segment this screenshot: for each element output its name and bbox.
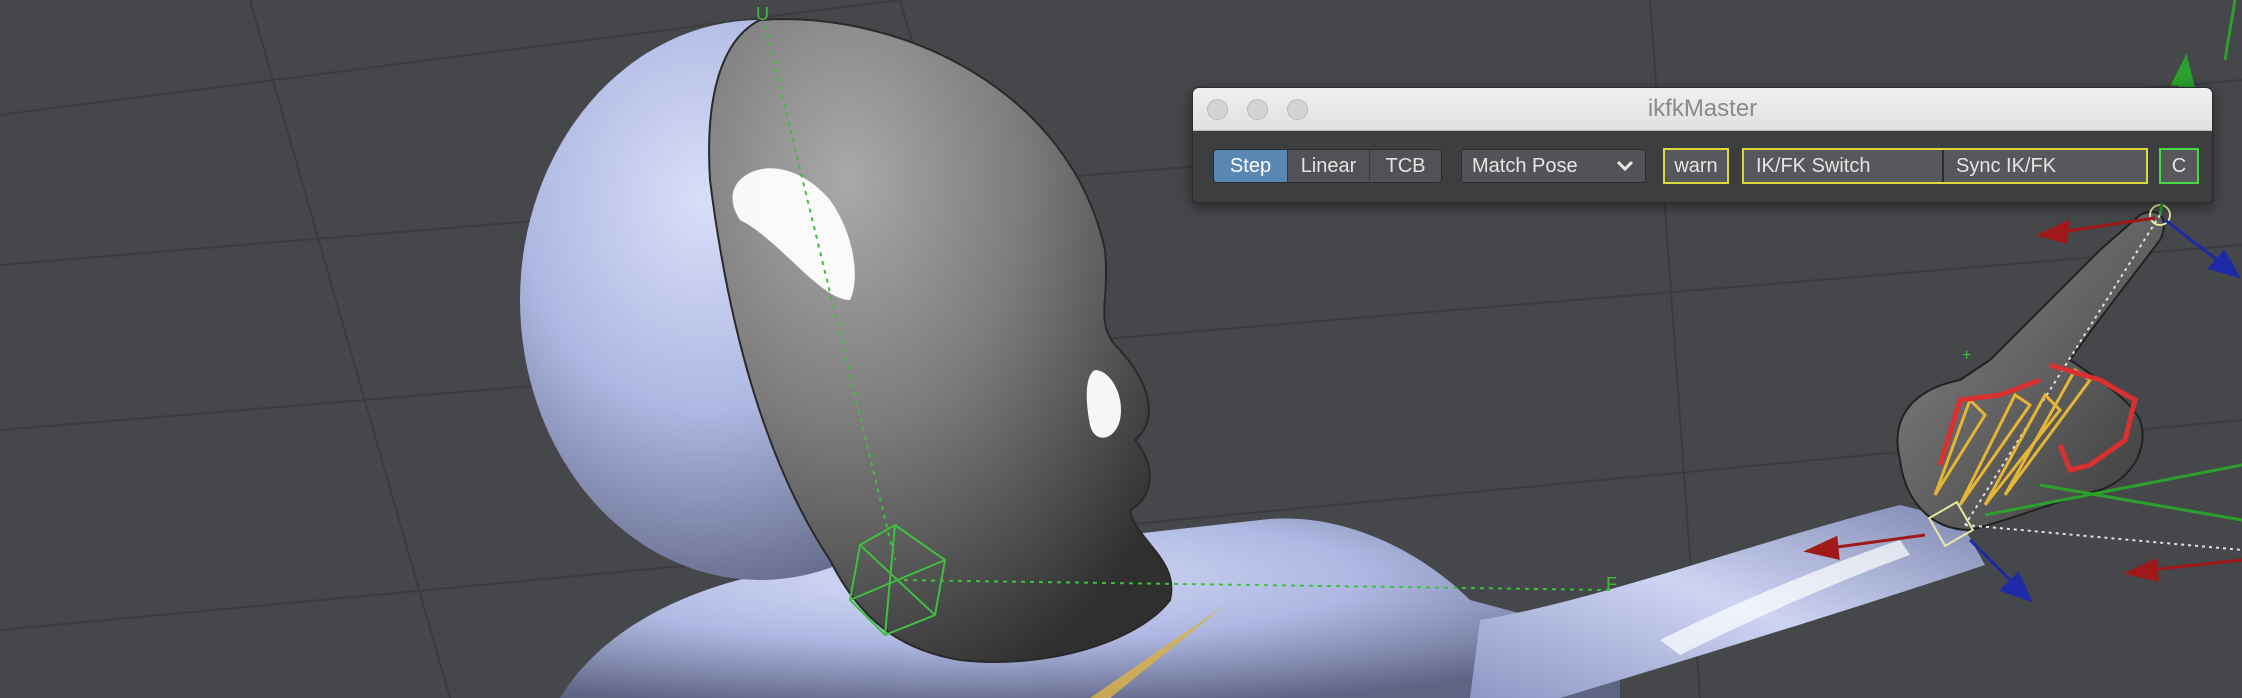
ikfk-master-window: ikfkMaster Step Linear TCB Match Pose wa… [1192,87,2213,203]
forward-axis-label: F [1606,574,1617,594]
warn-button[interactable]: warn [1663,148,1729,184]
interpolation-segmented-control: Step Linear TCB [1213,149,1442,183]
up-axis-label: U [756,4,769,24]
interpolation-tcb-button[interactable]: TCB [1370,150,1441,182]
ikfk-switch-button[interactable]: IK/FK Switch [1744,150,1944,182]
match-pose-dropdown[interactable]: Match Pose [1461,149,1646,183]
match-pose-value: Match Pose [1472,154,1578,177]
ikfk-button-group: IK/FK Switch Sync IK/FK [1742,148,2148,184]
c-button[interactable]: C [2159,148,2199,184]
chevron-down-icon [1616,160,1634,172]
character-arm[interactable] [1470,505,1985,698]
interpolation-linear-button[interactable]: Linear [1288,150,1370,182]
interpolation-step-button[interactable]: Step [1214,150,1288,182]
character-hand[interactable] [1896,210,2165,532]
window-title: ikfkMaster [1647,95,1758,122]
locator-plus-marker: + [1962,347,1971,364]
ikfk-toolbar: Step Linear TCB Match Pose warn IK/FK Sw… [1193,131,2212,202]
sync-ikfk-button[interactable]: Sync IK/FK [1944,150,2146,182]
window-titlebar[interactable]: ikfkMaster [1193,88,2212,131]
